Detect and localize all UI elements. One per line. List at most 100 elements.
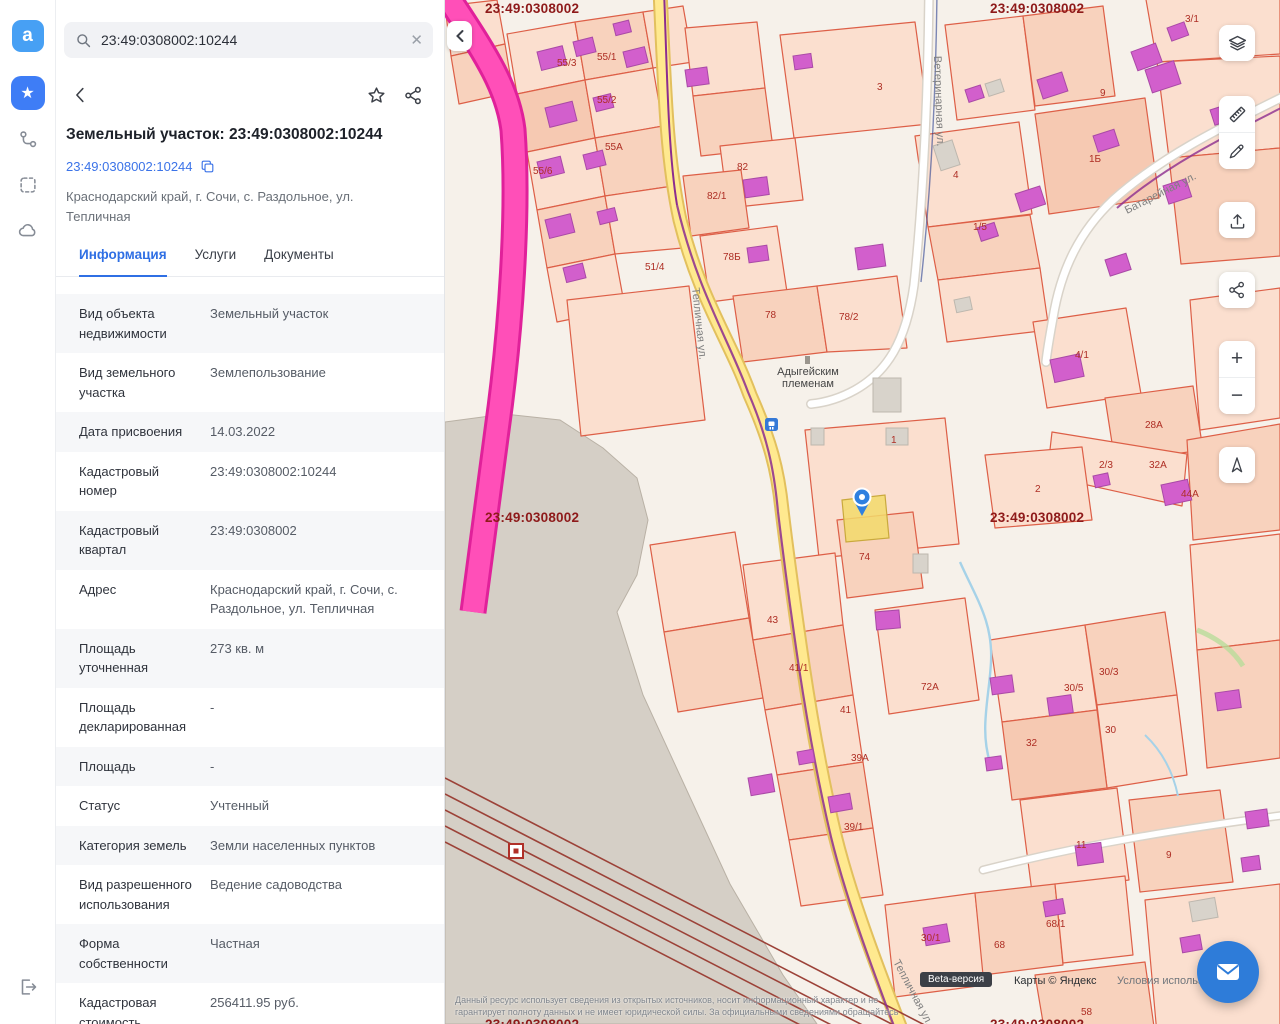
favorite-button[interactable] (366, 85, 387, 106)
parcel-number: 74 (859, 552, 871, 563)
upload-button[interactable] (1219, 202, 1255, 238)
info-label: Вид разрешенного использования (79, 875, 197, 914)
map-copyright[interactable]: Карты © Яндекс (1014, 975, 1097, 987)
info-value: 273 кв. м (210, 639, 434, 678)
parcel-number: 41/1 (789, 663, 809, 674)
cadastral-number-link[interactable]: 23:49:0308002:10244 (66, 159, 193, 174)
info-rows: Вид объекта недвижимостиЗемельный участо… (56, 294, 444, 1024)
parcel-number: 11 (1076, 840, 1087, 851)
quarter-label: 23:49:0308002 (485, 1, 579, 16)
edit-icon (1227, 141, 1247, 161)
measure-button[interactable] (1219, 96, 1255, 132)
poi-label: Адыгейским (777, 366, 839, 378)
info-row: СтатусУчтенный (56, 786, 444, 826)
parcel-number: 55/1 (597, 52, 617, 63)
quarter-label: 23:49:0308002 (990, 510, 1084, 525)
map-share-button[interactable] (1219, 272, 1255, 308)
star-outline-icon (366, 85, 387, 106)
quarter-label: 23:49:0308002 (485, 1017, 579, 1024)
quarter-label: 23:49:0308002 (990, 1, 1084, 16)
tab-Документы[interactable]: Документы (264, 247, 334, 276)
info-row: Вид разрешенного использованияВедение са… (56, 865, 444, 924)
info-label: Кадастровая стоимость (79, 993, 197, 1024)
locate-button[interactable] (1219, 447, 1255, 483)
app-logo[interactable]: a (12, 20, 44, 52)
info-row: Площадь декларированная- (56, 688, 444, 747)
chat-button[interactable] (1197, 941, 1259, 1003)
info-row: Адрес Краснодарский край, г. Сочи, с. Раз… (56, 570, 444, 629)
share-button[interactable] (403, 85, 424, 106)
info-row: Кадастровый квартал23:49:0308002 (56, 511, 444, 570)
info-row: Вид объекта недвижимостиЗемельный участо… (56, 294, 444, 353)
info-row: Кадастровый номер 23:49:0308002:10244 (56, 452, 444, 511)
zoom-out-button[interactable]: − (1219, 378, 1255, 414)
sidebar-item-favorites[interactable]: ★ (11, 76, 45, 110)
collapse-icon (454, 29, 466, 43)
sidebar-item-weather[interactable] (11, 214, 45, 248)
chat-icon (1210, 954, 1246, 990)
parcel-number: 3/1 (1185, 14, 1199, 25)
parcel-number: 78/2 (839, 312, 859, 323)
parcel-number: 9 (1166, 850, 1172, 861)
info-row: Вид земельного участка Землепользование (56, 353, 444, 412)
copy-button[interactable] (199, 158, 216, 175)
info-value: Земли населенных пунктов (210, 836, 434, 856)
info-label: Форма собственности (79, 934, 197, 973)
parcel-number: 72А (921, 682, 939, 693)
info-row: Категория земельЗемли населенных пунктов (56, 826, 444, 866)
map-canvas[interactable]: 23:49:0308002 23:49:0308002 23:49:0308002 2… (445, 0, 1280, 1024)
sidebar-item-select-area[interactable] (11, 168, 45, 202)
exit-icon (17, 976, 39, 998)
parcel-number: 78 (765, 310, 777, 321)
star-icon: ★ (20, 83, 34, 103)
info-label: Вид земельного участка (79, 363, 197, 402)
transit-stop-icon (765, 418, 778, 431)
clear-search-button[interactable]: ✕ (410, 31, 423, 49)
search-input[interactable] (101, 32, 402, 48)
info-value: 256411.95 руб. (210, 993, 434, 1024)
info-row: Форма собственностиЧастная (56, 924, 444, 983)
tab-Информация[interactable]: Информация (79, 247, 167, 277)
tab-Услуги[interactable]: Услуги (195, 247, 237, 276)
parcel-number: 44А (1181, 489, 1199, 500)
parcel-number: 58 (1081, 1007, 1093, 1018)
info-label: Площадь уточненная (79, 639, 197, 678)
info-label: Площадь декларированная (79, 698, 197, 737)
info-label: Адрес (79, 580, 197, 619)
info-label: Кадастровый номер (79, 462, 197, 501)
info-value: Землепользование (210, 363, 434, 402)
parcel-number: 4/1 (1075, 350, 1089, 361)
poi-label: племенам (782, 378, 834, 390)
zoom-in-button[interactable]: + (1219, 341, 1255, 377)
select-area-icon (17, 174, 39, 196)
collapse-panel-button[interactable] (447, 21, 472, 51)
parcel-number: 51/4 (645, 262, 665, 273)
info-value: 23:49:0308002 (210, 521, 434, 560)
info-value: 23:49:0308002:10244 (210, 462, 434, 501)
route-icon (17, 128, 39, 150)
search-icon (74, 31, 93, 50)
exit-button[interactable] (11, 970, 45, 1004)
info-value: Учтенный (210, 796, 434, 816)
info-value: Земельный участок (210, 304, 434, 343)
map-area: 23:49:0308002 23:49:0308002 23:49:0308002 2… (445, 0, 1280, 1024)
edit-button[interactable] (1219, 133, 1255, 169)
parcel-number: 55/6 (533, 166, 553, 177)
info-value: Краснодарский край, г. Сочи, с. Раздольн… (210, 580, 434, 619)
cloud-icon (17, 220, 39, 242)
parcel-number: 3 (877, 82, 883, 93)
layers-button[interactable] (1219, 25, 1255, 61)
layers-icon (1227, 33, 1248, 54)
sidebar-item-route[interactable] (11, 122, 45, 156)
info-value: 14.03.2022 (210, 422, 434, 442)
parcel-number: 2 (1035, 484, 1041, 495)
info-row: Площадь уточненная 273 кв. м (56, 629, 444, 688)
back-button[interactable] (70, 84, 92, 106)
cadastral-link-row: 23:49:0308002:10244 (66, 158, 434, 175)
quarter-label: 23:49:0308002 (485, 510, 579, 525)
parcel-number: 30/3 (1099, 667, 1119, 678)
info-row: Площадь- (56, 747, 444, 787)
parcel-number: 68/1 (1046, 919, 1066, 930)
monument-icon (805, 356, 810, 364)
parcel-number: 39/1 (844, 822, 864, 833)
